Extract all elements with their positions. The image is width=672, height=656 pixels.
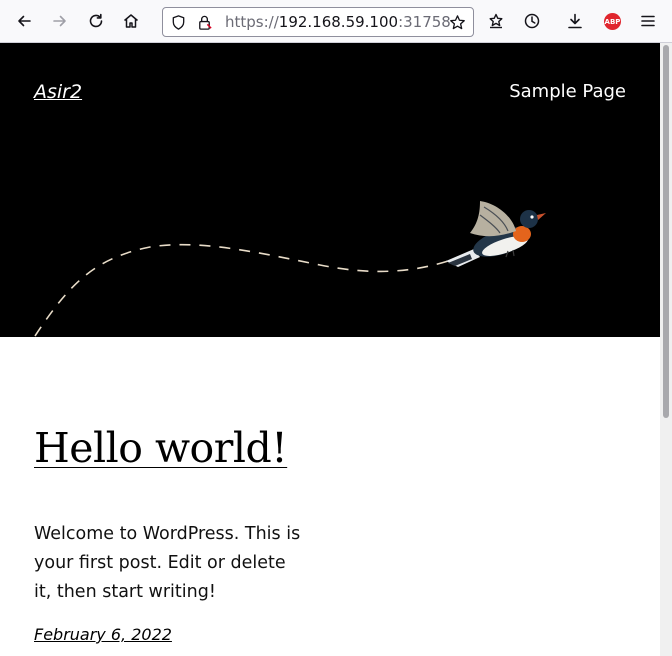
forward-icon	[53, 15, 66, 27]
back-icon	[18, 15, 31, 27]
reload-icon	[89, 13, 103, 28]
menu-icon	[641, 15, 655, 27]
site-title-link[interactable]: Asir2	[34, 81, 82, 103]
history-button[interactable]	[517, 6, 547, 36]
url-host: 192.168.59.100	[278, 13, 399, 31]
url-text[interactable]: https://192.168.59.100:31758	[225, 13, 451, 31]
home-icon	[124, 14, 138, 28]
post-title-link[interactable]: Hello world!	[34, 424, 288, 472]
menu-button[interactable]	[633, 6, 663, 36]
home-button[interactable]	[116, 6, 146, 36]
adblock-plus-icon[interactable]: ABP	[604, 13, 621, 30]
forward-button[interactable]	[45, 6, 75, 36]
post-excerpt: Welcome to WordPress. This is your first…	[34, 524, 301, 602]
vertical-scrollbar[interactable]	[660, 43, 672, 656]
url-port: :31758	[398, 13, 451, 31]
site-header: Asir2 Sample Page	[0, 43, 660, 337]
post-date-link[interactable]: February 6, 2022	[34, 625, 172, 644]
reload-button[interactable]	[81, 6, 111, 36]
web-page: Asir2 Sample Page Hello world! Welcome t…	[0, 43, 660, 656]
address-bar[interactable]: https://192.168.59.100:31758	[162, 7, 474, 37]
history-icon	[524, 13, 540, 29]
extensions-button[interactable]	[481, 6, 511, 36]
shield-icon[interactable]	[169, 13, 187, 31]
dashed-flight-path	[34, 243, 449, 337]
back-button[interactable]	[9, 6, 39, 36]
downloads-button[interactable]	[560, 6, 590, 36]
url-scheme: https://	[225, 13, 279, 31]
scrollbar-thumb[interactable]	[663, 45, 669, 418]
lock-icon[interactable]	[195, 13, 213, 31]
bookmark-star-icon[interactable]	[448, 13, 466, 31]
nav-link-sample-page[interactable]: Sample Page	[509, 81, 626, 102]
extensions-icon	[489, 13, 503, 29]
browser-toolbar: https://192.168.59.100:31758 ABP	[0, 0, 672, 43]
bird-icon	[446, 201, 546, 267]
download-icon	[568, 13, 582, 29]
